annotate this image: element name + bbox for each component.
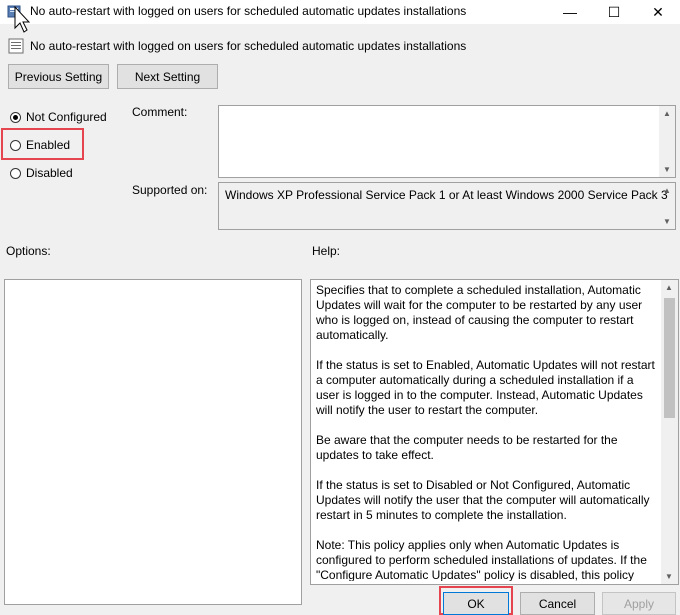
minimize-icon: — bbox=[563, 4, 577, 20]
radio-disabled-label: Disabled bbox=[26, 166, 73, 180]
radio-disabled-indicator[interactable] bbox=[10, 167, 21, 179]
options-panel bbox=[4, 279, 302, 605]
radio-not-configured-indicator[interactable] bbox=[10, 111, 21, 123]
mouse-cursor-icon bbox=[14, 5, 31, 37]
policy-icon bbox=[8, 38, 24, 54]
ok-button[interactable]: OK bbox=[443, 592, 509, 615]
title-bar: No auto-restart with logged on users for… bbox=[0, 0, 680, 33]
comment-scrollbar[interactable]: ▲ ▼ bbox=[659, 106, 675, 177]
maximize-icon: ☐ bbox=[607, 3, 621, 20]
comment-value bbox=[219, 106, 675, 114]
help-label: Help: bbox=[312, 244, 341, 258]
window-title: No auto-restart with logged on users for… bbox=[30, 4, 467, 18]
previous-setting-button[interactable]: Previous Setting bbox=[8, 64, 109, 89]
supported-scrollbar[interactable]: ▲ ▼ bbox=[659, 183, 675, 229]
supported-on-field: Windows XP Professional Service Pack 1 o… bbox=[218, 182, 676, 230]
supported-on-label: Supported on: bbox=[132, 183, 208, 197]
radio-enabled[interactable]: Enabled bbox=[10, 138, 70, 152]
scrollbar-thumb[interactable] bbox=[664, 298, 675, 418]
scroll-down-icon[interactable]: ▼ bbox=[663, 165, 671, 174]
scroll-up-icon[interactable]: ▲ bbox=[663, 186, 671, 195]
help-paragraph: If the status is set to Enabled, Automat… bbox=[316, 358, 655, 417]
next-setting-button[interactable]: Next Setting bbox=[117, 64, 218, 89]
apply-button[interactable]: Apply bbox=[602, 592, 676, 615]
radio-enabled-label: Enabled bbox=[26, 138, 71, 152]
options-label: Options: bbox=[6, 244, 51, 258]
minimize-button[interactable]: — bbox=[548, 0, 592, 24]
help-paragraph: Specifies that to complete a scheduled i… bbox=[316, 283, 643, 342]
supported-on-value: Windows XP Professional Service Pack 1 o… bbox=[225, 188, 668, 202]
radio-enabled-indicator[interactable] bbox=[10, 139, 21, 151]
maximize-button[interactable]: ☐ bbox=[592, 0, 636, 24]
help-text: Specifies that to complete a scheduled i… bbox=[316, 283, 656, 581]
comment-label: Comment: bbox=[132, 105, 188, 119]
comment-field[interactable]: ▲ ▼ bbox=[218, 105, 676, 178]
scroll-down-icon[interactable]: ▼ bbox=[663, 217, 671, 226]
help-paragraph: Be aware that the computer needs to be r… bbox=[316, 433, 618, 462]
close-button[interactable]: ✕ bbox=[636, 0, 680, 24]
radio-not-configured[interactable]: Not Configured bbox=[10, 110, 107, 124]
help-scrollbar[interactable]: ▲ ▼ bbox=[661, 280, 678, 584]
scroll-up-icon[interactable]: ▲ bbox=[665, 283, 673, 292]
policy-name: No auto-restart with logged on users for… bbox=[30, 39, 467, 53]
cancel-button[interactable]: Cancel bbox=[520, 592, 595, 615]
radio-disabled[interactable]: Disabled bbox=[10, 166, 73, 180]
scroll-down-icon[interactable]: ▼ bbox=[665, 572, 673, 581]
close-icon: ✕ bbox=[652, 3, 664, 20]
help-paragraph: If the status is set to Disabled or Not … bbox=[316, 478, 650, 522]
scroll-up-icon[interactable]: ▲ bbox=[663, 109, 671, 118]
radio-not-configured-label: Not Configured bbox=[26, 110, 107, 124]
help-paragraph: Note: This policy applies only when Auto… bbox=[316, 538, 647, 581]
